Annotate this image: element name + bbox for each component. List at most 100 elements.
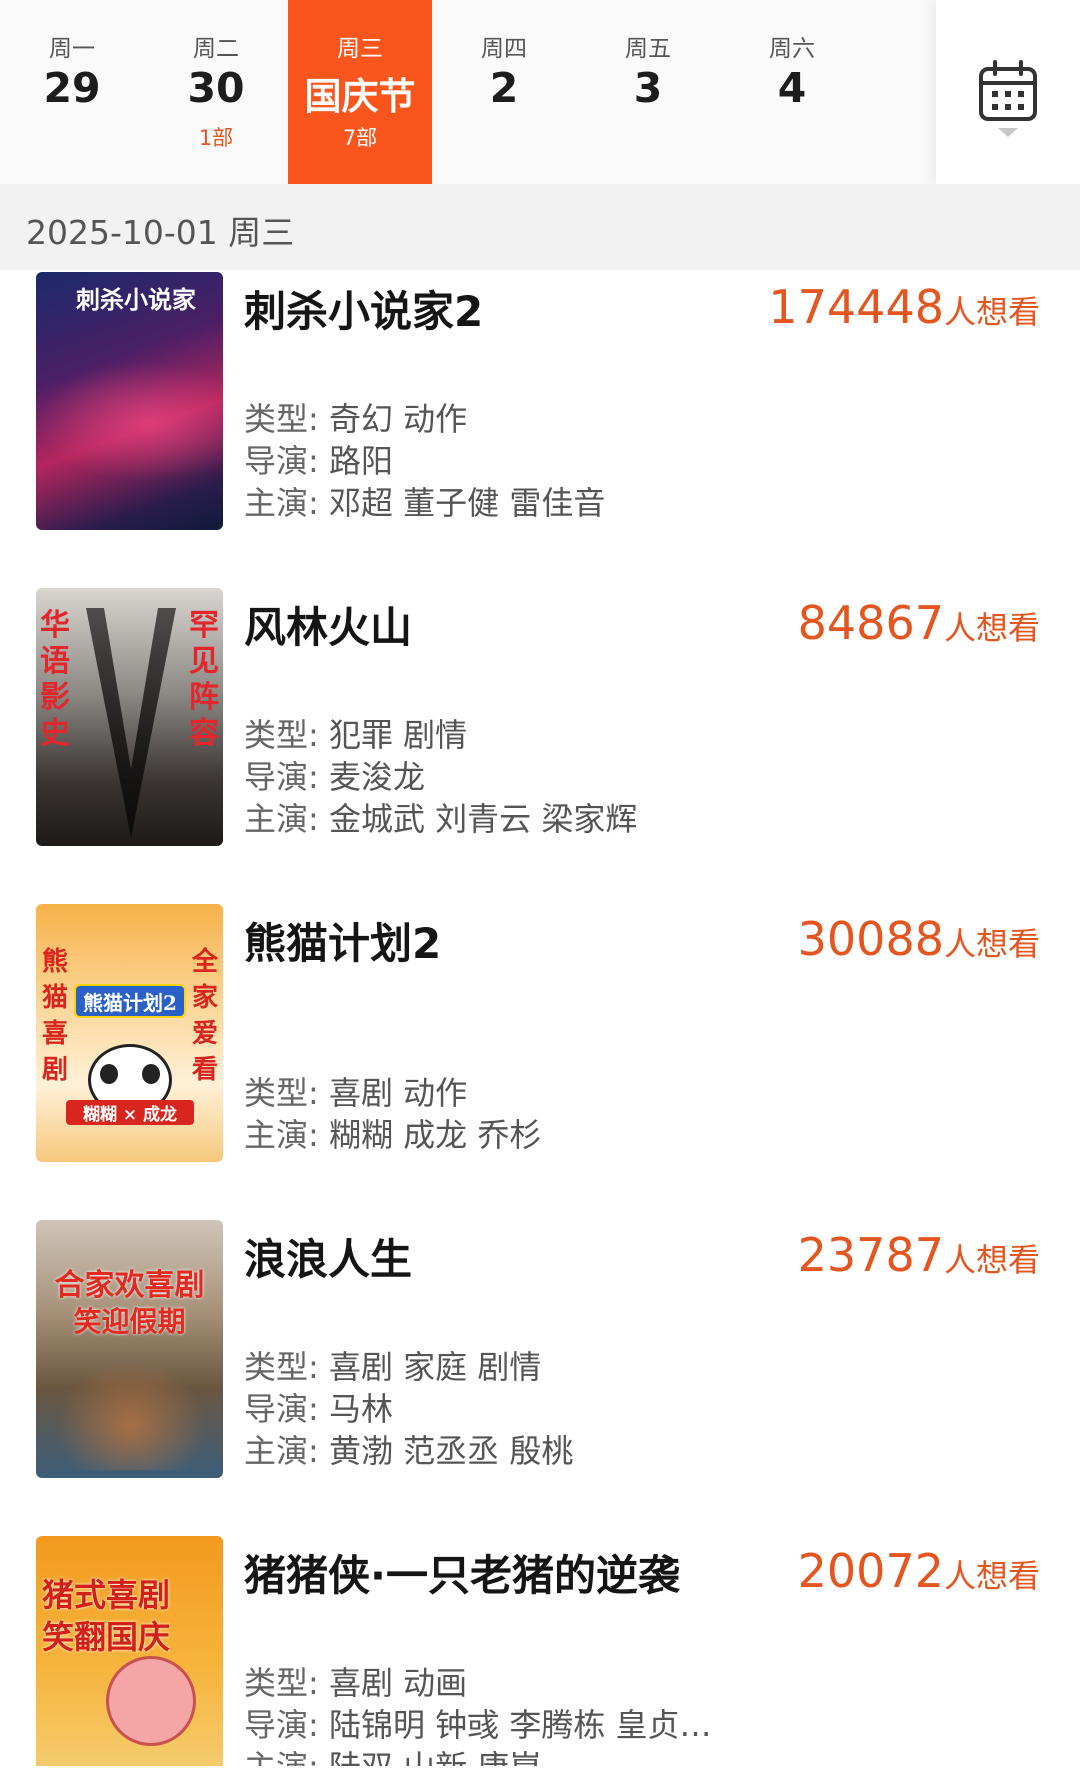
want-count: 30088 xyxy=(797,912,944,966)
want-suffix: 人想看 xyxy=(943,293,1040,331)
movie-item[interactable]: 熊猫计划2 熊猫喜剧 全家爱看 糊糊 × 成龙 熊猫计划2 30088人想看 类… xyxy=(0,904,1080,1220)
want-to-see: 23787人想看 xyxy=(798,1228,1040,1282)
caret-down-icon xyxy=(998,128,1018,137)
day-weekday: 周二 xyxy=(193,36,239,62)
cast-value: 陆双 山新 唐崑 xyxy=(329,1748,541,1766)
movie-director: 导演: 陆锦明 钟彧 李腾栋 皇贞… xyxy=(244,1704,712,1746)
genre-label: 类型: xyxy=(244,400,319,438)
cast-label: 主演: xyxy=(244,484,319,522)
day-movie-count: 1部 xyxy=(198,126,234,150)
want-count: 23787 xyxy=(797,1228,944,1282)
movie-director: 导演: 麦浚龙 xyxy=(244,756,425,798)
day-tab-tue[interactable]: 周二 30 1部 xyxy=(144,0,288,184)
movie-director: 导演: 马林 xyxy=(244,1388,393,1430)
day-tab-mon[interactable]: 周一 29 xyxy=(0,0,144,184)
movie-genre: 类型: 喜剧 动作 xyxy=(244,1072,467,1114)
want-suffix: 人想看 xyxy=(943,1557,1040,1595)
poster-logo: 熊猫计划2 xyxy=(74,984,186,1018)
poster-bottom-text: 糊糊 × 成龙 xyxy=(66,1100,194,1125)
movie-cast: 主演: 糊糊 成龙 乔杉 xyxy=(244,1114,541,1156)
calendar-icon xyxy=(979,60,1037,121)
genre-value: 喜剧 动画 xyxy=(328,1664,468,1702)
day-tab-wed-selected[interactable]: 周三 国庆节 7部 xyxy=(288,0,432,184)
day-date: 5 xyxy=(864,64,918,112)
movie-cast: 主演: 邓超 董子健 雷佳音 xyxy=(244,482,605,524)
poster-tagline-left: 熊猫喜剧 xyxy=(42,947,69,1085)
movie-item[interactable]: 华语影史 罕见阵容 风林火山 84867人想看 类型: 犯罪 剧情 导演: 麦浚… xyxy=(0,588,1080,904)
want-suffix: 人想看 xyxy=(943,925,1040,963)
day-movie-count: 7部 xyxy=(342,126,378,150)
cast-value: 金城武 刘青云 梁家辉 xyxy=(328,800,638,838)
want-count: 20072 xyxy=(797,1544,944,1598)
genre-label: 类型: xyxy=(244,716,319,754)
day-date: 国庆节 xyxy=(304,75,416,118)
day-date: 3 xyxy=(633,64,663,112)
day-tab-thu[interactable]: 周四 2 xyxy=(432,0,576,184)
director-value: 麦浚龙 xyxy=(328,758,425,796)
cast-label: 主演: xyxy=(244,1432,319,1470)
want-to-see: 20072人想看 xyxy=(798,1544,1040,1598)
day-weekday: 周 xyxy=(864,29,918,63)
genre-label: 类型: xyxy=(244,1664,319,1702)
day-date: 4 xyxy=(777,64,807,112)
movie-item[interactable]: 刺杀小说家 刺杀小说家2 174448人想看 类型: 奇幻 动作 导演: 路阳 … xyxy=(0,272,1080,588)
movie-cast: 主演: 金城武 刘青云 梁家辉 xyxy=(244,798,637,840)
director-value: 马林 xyxy=(328,1390,393,1428)
genre-value: 喜剧 家庭 剧情 xyxy=(328,1348,542,1386)
movie-genre: 类型: 喜剧 家庭 剧情 xyxy=(244,1346,541,1388)
genre-value: 奇幻 动作 xyxy=(328,400,468,438)
date-strip: 周一 29 周二 30 1部 周三 国庆节 7部 周四 2 周五 3 周六 4 … xyxy=(0,0,1080,184)
day-tab-sun[interactable]: 周 5 xyxy=(864,0,918,184)
cast-label: 主演: xyxy=(244,800,319,838)
day-weekday: 周四 xyxy=(481,36,527,62)
movie-title[interactable]: 刺杀小说家2 xyxy=(244,278,483,339)
day-tab-sat[interactable]: 周六 4 xyxy=(720,0,864,184)
want-count: 174448 xyxy=(768,280,944,334)
want-suffix: 人想看 xyxy=(943,609,1040,647)
day-date: 2 xyxy=(489,64,519,112)
cast-value: 糊糊 成龙 乔杉 xyxy=(328,1116,542,1154)
movie-cast: 主演: 黄渤 范丞丞 殷桃 xyxy=(244,1430,573,1472)
movie-title[interactable]: 浪浪人生 xyxy=(244,1226,412,1287)
movie-genre: 类型: 犯罪 剧情 xyxy=(244,714,467,756)
movie-genre: 类型: 奇幻 动作 xyxy=(244,398,467,440)
day-weekday: 周一 xyxy=(49,36,95,62)
director-value: 路阳 xyxy=(328,442,393,480)
movie-director: 导演: 路阳 xyxy=(244,440,393,482)
poster-tagline-1: 猪式喜剧 xyxy=(42,1576,171,1614)
movie-poster[interactable]: 刺杀小说家 xyxy=(36,272,223,530)
movie-poster[interactable]: 合家欢喜剧 笑迎假期 xyxy=(36,1220,223,1478)
calendar-button[interactable] xyxy=(936,0,1080,184)
poster-tagline-right: 全家爱看 xyxy=(192,947,219,1085)
cast-value: 邓超 董子健 雷佳音 xyxy=(328,484,606,522)
date-section-header: 2025-10-01 周三 xyxy=(0,184,1080,270)
genre-value: 犯罪 剧情 xyxy=(328,716,468,754)
poster-tagline-1: 合家欢喜剧 xyxy=(54,1268,205,1303)
movie-item[interactable]: 猪式喜剧 笑翻国庆 猪猪侠·一只老猪的逆袭 20072人想看 类型: 喜剧 动画… xyxy=(0,1536,1080,1766)
movie-poster[interactable]: 熊猫计划2 熊猫喜剧 全家爱看 糊糊 × 成龙 xyxy=(36,904,223,1162)
day-tab-fri[interactable]: 周五 3 xyxy=(576,0,720,184)
cast-label: 主演: xyxy=(244,1748,319,1766)
movie-title[interactable]: 猪猪侠·一只老猪的逆袭 xyxy=(244,1542,680,1603)
movie-poster[interactable]: 华语影史 罕见阵容 xyxy=(36,588,223,846)
director-label: 导演: xyxy=(244,442,319,480)
movie-item[interactable]: 合家欢喜剧 笑迎假期 浪浪人生 23787人想看 类型: 喜剧 家庭 剧情 导演… xyxy=(0,1220,1080,1536)
date-header-text: 2025-10-01 周三 xyxy=(26,213,295,252)
cast-value: 黄渤 范丞丞 殷桃 xyxy=(328,1432,574,1470)
movie-genre: 类型: 喜剧 动画 xyxy=(244,1662,467,1704)
poster-tagline-right: 罕见阵容 xyxy=(189,608,219,751)
movie-title[interactable]: 风林火山 xyxy=(244,594,412,655)
day-weekday: 周六 xyxy=(769,36,815,62)
movie-cast: 主演: 陆双 山新 唐崑 xyxy=(244,1746,541,1766)
genre-label: 类型: xyxy=(244,1348,319,1386)
genre-label: 类型: xyxy=(244,1074,319,1112)
want-to-see: 30088人想看 xyxy=(798,912,1040,966)
poster-title-text: 刺杀小说家 xyxy=(76,285,196,314)
movie-poster[interactable]: 猪式喜剧 笑翻国庆 xyxy=(36,1536,223,1766)
director-label: 导演: xyxy=(244,1390,319,1428)
genre-value: 喜剧 动作 xyxy=(328,1074,468,1112)
want-suffix: 人想看 xyxy=(943,1241,1040,1279)
day-date: 30 xyxy=(187,64,245,112)
movie-title[interactable]: 熊猫计划2 xyxy=(244,910,441,971)
day-date: 29 xyxy=(43,64,101,112)
